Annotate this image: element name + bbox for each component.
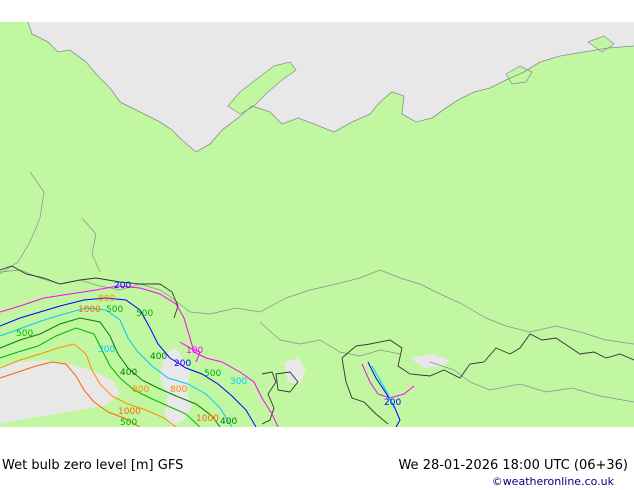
contour-label: 400 [150,352,167,362]
contour-label: 1000 [196,414,219,424]
contour-label: 100 [186,346,203,356]
contour-label: 300 [98,345,115,355]
contour-label: 500 [204,369,221,379]
weather-map-frame: 200 800 500 1000 500 500 300 400 200 100… [0,0,634,490]
map-footer: Wet bulb zero level [m] GFS We 28-01-202… [0,427,634,490]
contour-label: 400 [120,368,137,378]
contour-label: 1000 [78,305,101,315]
contour-label: 800 [98,294,115,304]
contour-label: 200 [174,359,191,369]
map-canvas: 200 800 500 1000 500 500 300 400 200 100… [0,22,634,427]
contour-label: 800 [170,385,187,395]
credit-link[interactable]: ©weatheronline.co.uk [492,475,614,488]
contour-label: 1000 [118,407,141,417]
contour-label: 200 [114,281,131,291]
valid-time-label: We 28-01-2026 18:00 UTC (06+36) [398,458,628,473]
map-area: 200 800 500 1000 500 500 300 400 200 100… [0,22,634,427]
contour-label: 200 [384,398,401,408]
contour-label: 500 [106,305,123,315]
contour-label: 300 [230,377,247,387]
product-label: Wet bulb zero level [m] GFS [2,458,184,473]
contour-label: 500 [136,309,153,319]
contour-label: 500 [120,418,137,427]
contour-label: 800 [132,385,149,395]
contour-label: 500 [16,329,33,339]
contour-label: 400 [220,417,237,427]
